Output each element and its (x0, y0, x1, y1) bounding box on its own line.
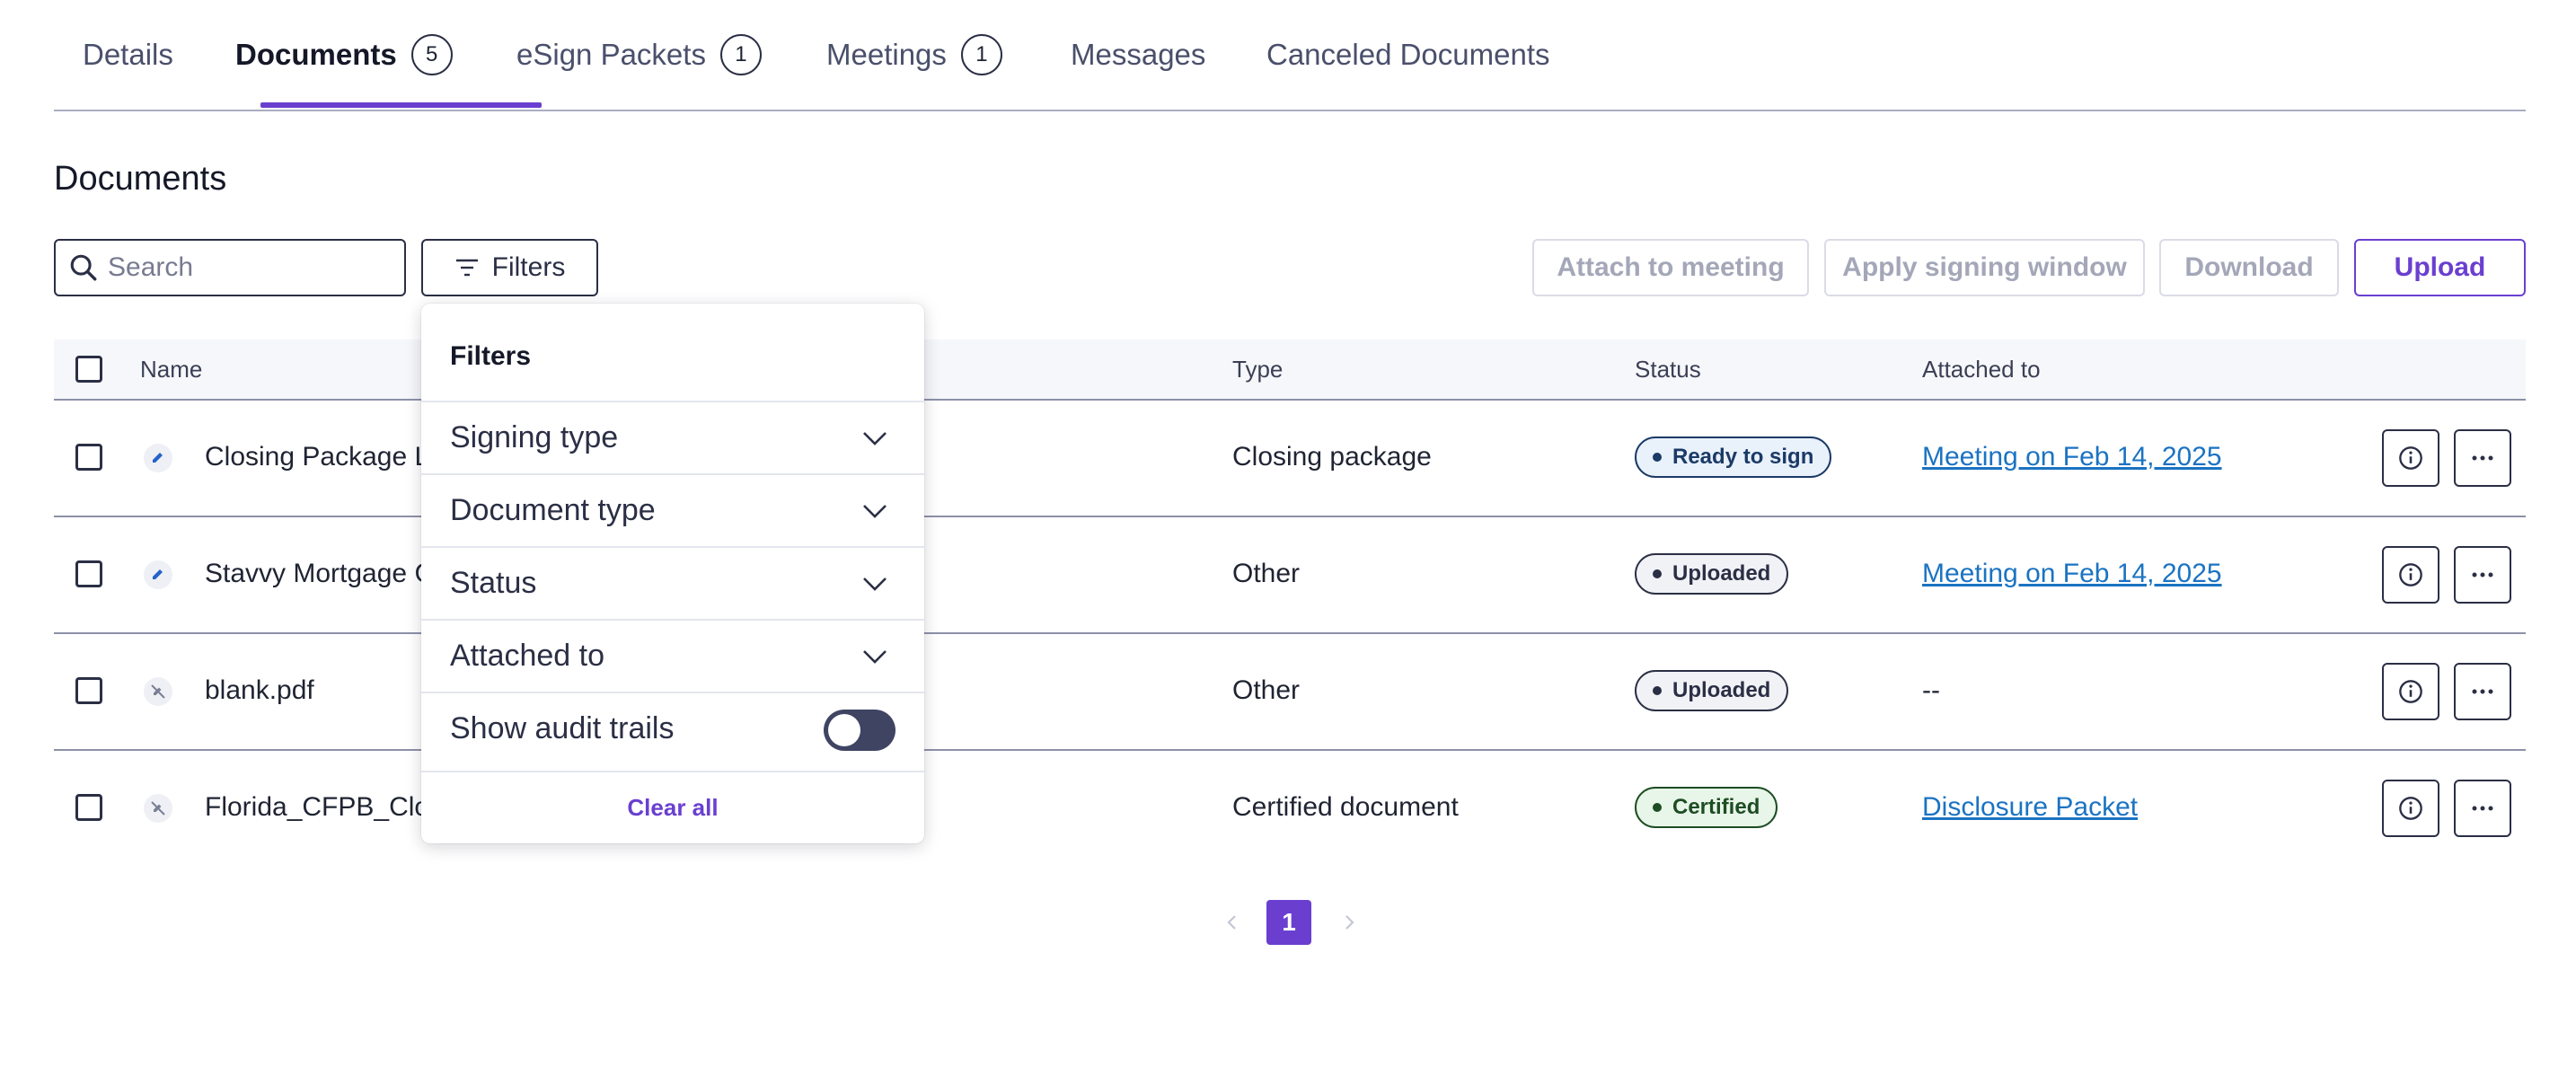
audit-trails-row: Show audit trails (421, 692, 924, 764)
document-type: Certified document (1232, 792, 1459, 822)
chevron-down-icon (863, 578, 887, 591)
info-icon (2399, 680, 2422, 703)
more-options-button[interactable] (2454, 429, 2511, 487)
status-badge-label: Uploaded (1672, 561, 1771, 586)
filter-label: Attached to (450, 639, 605, 673)
apply-signing-window-button[interactable]: Apply signing window (1824, 239, 2145, 296)
upload-button[interactable]: Upload (2354, 239, 2526, 296)
tab-bar: Details Documents 5 eSign Packets 1 Meetin… (54, 0, 2526, 111)
document-type: Other (1232, 559, 1301, 588)
no-sign-icon (144, 794, 172, 823)
download-button[interactable]: Download (2159, 239, 2339, 296)
attach-to-meeting-button[interactable]: Attach to meeting (1532, 239, 1809, 296)
info-icon (2399, 446, 2422, 470)
more-options-button[interactable] (2454, 546, 2511, 604)
tab-label: Messages (1071, 38, 1206, 71)
filter-label: Signing type (450, 420, 619, 454)
active-tab-indicator (260, 102, 542, 108)
filter-attached-to[interactable]: Attached to (421, 619, 924, 692)
document-name[interactable]: blank.pdf (205, 632, 314, 749)
audit-trails-label: Show audit trails (450, 711, 675, 745)
filter-label: Status (450, 566, 537, 600)
pencil-icon (144, 560, 172, 589)
attached-to-empty: -- (1922, 675, 1940, 705)
document-type: Other (1232, 675, 1301, 705)
section-title: Documents (54, 160, 227, 198)
tab-label: Documents (235, 38, 397, 71)
document-name[interactable]: Florida_CFPB_Clo (205, 749, 429, 866)
status-badge: Uploaded (1635, 670, 1789, 711)
search-box (54, 239, 406, 296)
tab-label: Canceled Documents (1266, 38, 1550, 71)
ellipsis-icon (2472, 689, 2493, 694)
tab-esign-packets[interactable]: eSign Packets 1 (516, 0, 762, 110)
info-icon (2399, 563, 2422, 586)
chevron-down-icon (863, 432, 887, 445)
tab-label: Details (83, 38, 173, 71)
info-button[interactable] (2382, 780, 2439, 837)
row-checkbox[interactable] (75, 560, 102, 587)
info-button[interactable] (2382, 429, 2439, 487)
tab-label: Meetings (826, 38, 947, 71)
tab-count-badge: 5 (410, 34, 453, 75)
filters-button-label: Filters (491, 252, 566, 282)
document-type: Closing package (1232, 442, 1432, 472)
chevron-down-icon (863, 650, 887, 664)
ellipsis-icon (2472, 806, 2493, 811)
filters-dropdown: Filters Signing type Document type Statu… (421, 304, 924, 843)
filter-document-type[interactable]: Document type (421, 473, 924, 546)
select-all-checkbox[interactable] (75, 356, 102, 383)
filter-signing-type[interactable]: Signing type (421, 401, 924, 473)
audit-trails-toggle[interactable] (824, 710, 895, 751)
info-icon (2399, 797, 2422, 820)
filter-status[interactable]: Status (421, 546, 924, 619)
search-icon (70, 254, 97, 281)
page-number-current[interactable]: 1 (1266, 900, 1311, 945)
search-input[interactable] (106, 251, 397, 284)
tab-canceled-documents[interactable]: Canceled Documents (1266, 0, 1550, 110)
status-badge: Ready to sign (1635, 436, 1832, 478)
attached-to-link[interactable]: Meeting on Feb 14, 2025 (1922, 559, 2222, 589)
status-badge: Uploaded (1635, 553, 1789, 595)
clear-all-button[interactable]: Clear all (421, 771, 924, 843)
no-sign-icon (144, 677, 172, 706)
row-checkbox[interactable] (75, 444, 102, 471)
more-options-button[interactable] (2454, 663, 2511, 720)
status-badge-label: Certified (1672, 795, 1760, 819)
status-badge-label: Uploaded (1672, 678, 1771, 702)
attached-to-link[interactable]: Disclosure Packet (1922, 792, 2138, 823)
tab-count-badge: 1 (719, 34, 762, 75)
info-button[interactable] (2382, 546, 2439, 604)
tab-count-badge: 1 (960, 34, 1002, 75)
filters-button[interactable]: Filters (421, 239, 598, 296)
document-name[interactable]: Stavvy Mortgage C (205, 516, 434, 632)
filters-dropdown-title: Filters (450, 341, 532, 371)
row-checkbox[interactable] (75, 677, 102, 704)
ellipsis-icon (2472, 455, 2493, 461)
tab-meetings[interactable]: Meetings 1 (826, 0, 1002, 110)
tab-documents[interactable]: Documents 5 (235, 0, 453, 110)
column-header-name: Name (140, 355, 203, 383)
tab-messages[interactable]: Messages (1071, 0, 1205, 110)
pagination: 1 (1222, 900, 1360, 945)
chevron-down-icon (863, 505, 887, 518)
chevron-left-icon[interactable] (1222, 912, 1243, 933)
column-header-attached-to: Attached to (1922, 355, 2041, 383)
info-button[interactable] (2382, 663, 2439, 720)
document-name[interactable]: Closing Package L (205, 399, 429, 516)
attached-to-link[interactable]: Meeting on Feb 14, 2025 (1922, 442, 2222, 472)
filter-lines-icon (455, 259, 478, 277)
column-header-status: Status (1635, 355, 1701, 383)
chevron-right-icon[interactable] (1338, 912, 1360, 933)
status-badge: Certified (1635, 787, 1778, 828)
ellipsis-icon (2472, 572, 2493, 578)
more-options-button[interactable] (2454, 780, 2511, 837)
filter-label: Document type (450, 493, 656, 527)
column-header-type: Type (1232, 355, 1284, 383)
tab-label: eSign Packets (516, 38, 706, 71)
status-badge-label: Ready to sign (1672, 445, 1814, 469)
pencil-icon (144, 444, 172, 472)
tab-details[interactable]: Details (83, 0, 173, 110)
row-checkbox[interactable] (75, 794, 102, 821)
